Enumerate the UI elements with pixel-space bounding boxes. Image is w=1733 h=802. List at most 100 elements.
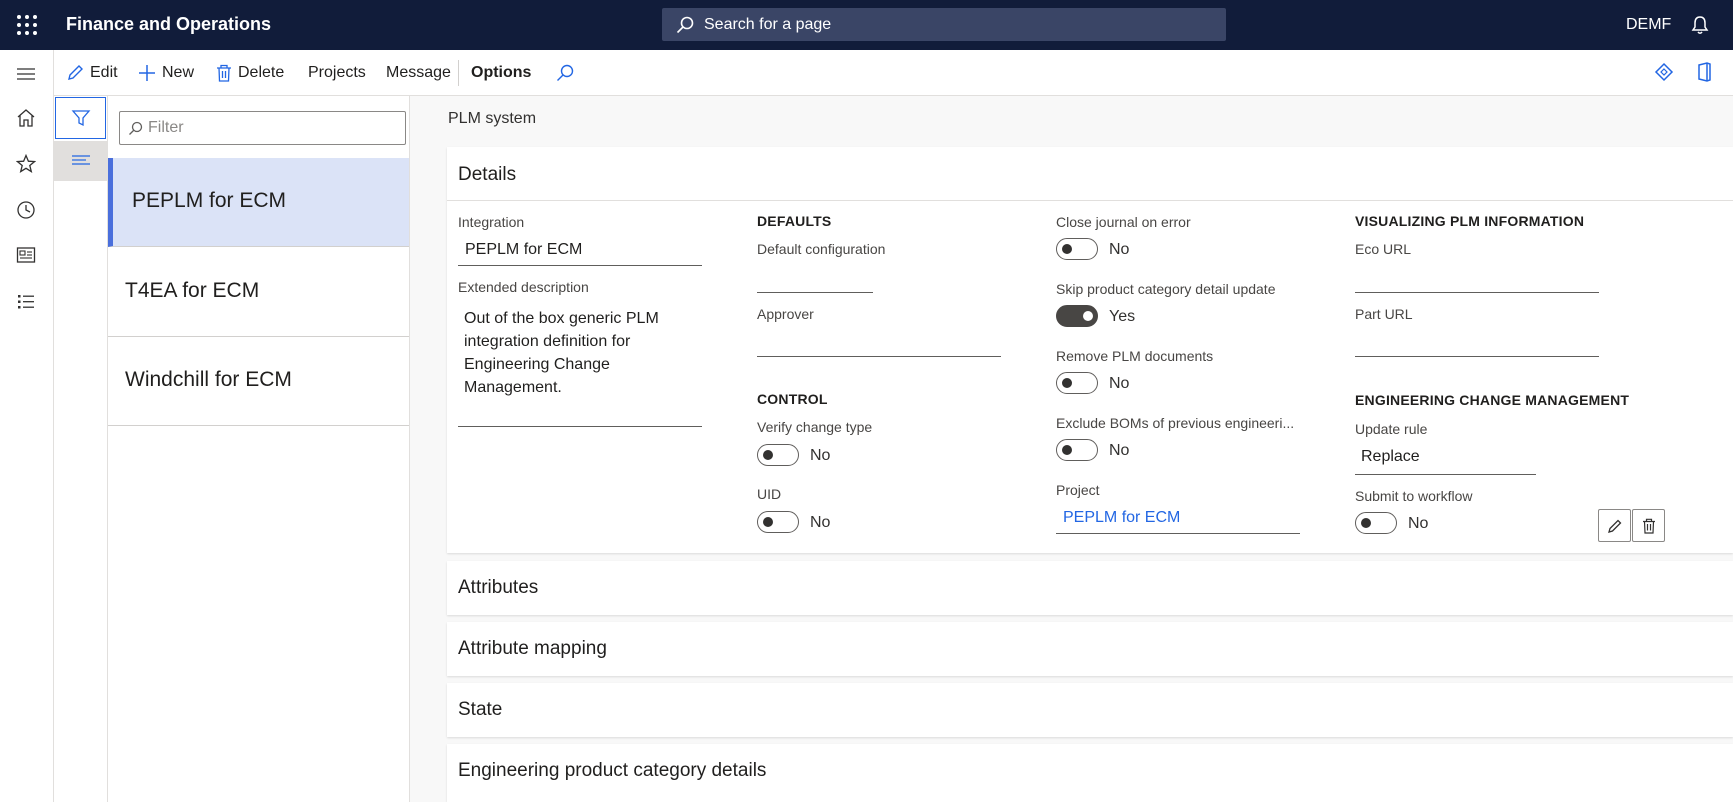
eco-url-underline (1355, 292, 1599, 293)
top-bar: Finance and Operations Search for a page… (0, 0, 1733, 50)
list-item[interactable]: T4EA for ECM (108, 248, 409, 337)
app-title[interactable]: Finance and Operations (66, 14, 271, 35)
app-launcher-icon[interactable] (17, 15, 37, 35)
part-url-label: Part URL (1355, 306, 1413, 322)
new-button[interactable]: New (138, 64, 194, 82)
engineering-product-category-fasttab[interactable]: Engineering product category details (447, 744, 1733, 802)
plus-icon (139, 65, 155, 81)
record-list-panel: PEPLM for ECM T4EA for ECM Windchill for… (108, 96, 410, 802)
trash-icon (217, 64, 231, 82)
state-fasttab[interactable]: State (447, 683, 1733, 737)
power-apps-icon[interactable] (1654, 62, 1674, 82)
uid-value: No (810, 514, 831, 531)
attribute-mapping-fasttab[interactable]: Attribute mapping (447, 622, 1733, 676)
uid-toggle[interactable] (757, 511, 799, 533)
close-journal-toggle[interactable] (1056, 238, 1098, 260)
list-lines-icon (72, 155, 90, 165)
project-underline (1056, 533, 1300, 534)
search-icon (676, 16, 694, 34)
fasttab-title: State (458, 699, 503, 720)
ecm-header: ENGINEERING CHANGE MANAGEMENT (1355, 392, 1630, 408)
options-tab[interactable]: Options (471, 64, 531, 82)
fasttab-title: Engineering product category details (458, 760, 767, 781)
update-rule-label: Update rule (1355, 421, 1428, 437)
project-link[interactable]: PEPLM for ECM (1063, 509, 1180, 527)
project-label: Project (1056, 482, 1100, 498)
filter-input[interactable] (119, 111, 406, 145)
verify-change-type-label: Verify change type (757, 419, 873, 435)
home-icon[interactable] (16, 108, 36, 128)
show-filters-button[interactable] (55, 97, 106, 139)
exclude-boms-toggle[interactable] (1056, 439, 1098, 461)
submit-to-workflow-toggle[interactable] (1355, 512, 1397, 534)
show-list-button[interactable] (54, 141, 108, 181)
message-button[interactable]: Message (386, 64, 451, 82)
action-pane: Edit New Delete Projects Message Options (0, 50, 1733, 96)
part-url-underline (1355, 356, 1599, 357)
extended-description-underline (458, 426, 702, 427)
hamburger-icon[interactable] (16, 67, 36, 81)
office-icon[interactable] (1696, 62, 1712, 82)
extended-description-field[interactable]: Out of the box generic PLM integration d… (464, 307, 679, 399)
navigation-pane (0, 50, 54, 802)
control-header: CONTROL (757, 391, 828, 407)
delete-button[interactable]: Delete (216, 64, 284, 82)
list-item-label: PEPLM for ECM (132, 189, 287, 212)
delete-label: Delete (238, 64, 285, 81)
list-item[interactable]: PEPLM for ECM (108, 158, 409, 247)
default-configuration-underline (757, 292, 873, 293)
remove-plm-documents-label: Remove PLM documents (1056, 348, 1214, 364)
skip-category-update-label: Skip product category detail update (1056, 281, 1276, 297)
edit-project-button[interactable] (1598, 509, 1631, 542)
details-header[interactable]: Details (447, 147, 1733, 201)
defaults-header: DEFAULTS (757, 213, 832, 229)
attributes-fasttab[interactable]: Attributes (447, 561, 1733, 615)
skip-category-update-toggle[interactable] (1056, 305, 1098, 327)
filter-toggle-column (54, 96, 108, 802)
filter-funnel-icon (71, 110, 90, 127)
pencil-icon (1607, 519, 1621, 533)
delete-project-button[interactable] (1632, 509, 1665, 542)
skip-category-update-value: Yes (1109, 308, 1136, 325)
submit-to-workflow-value: No (1408, 515, 1429, 532)
search-input[interactable]: Search for a page (662, 8, 1226, 41)
favorites-star-icon[interactable] (16, 154, 36, 174)
fasttab-title: Attribute mapping (458, 638, 607, 659)
company-picker[interactable]: DEMF (1626, 16, 1671, 34)
approver-label: Approver (757, 306, 814, 322)
list-item-label: T4EA for ECM (125, 279, 260, 302)
approver-underline (757, 356, 1001, 357)
verify-change-type-toggle[interactable] (757, 444, 799, 466)
remove-plm-documents-toggle[interactable] (1056, 372, 1098, 394)
new-label: New (162, 64, 195, 81)
update-rule-field[interactable]: Replace (1361, 448, 1420, 466)
edit-label: Edit (90, 64, 118, 81)
extended-description-label: Extended description (458, 279, 589, 295)
find-icon[interactable] (556, 64, 574, 82)
default-configuration-label: Default configuration (757, 241, 886, 257)
close-journal-value: No (1109, 241, 1130, 258)
exclude-boms-value: No (1109, 442, 1130, 459)
edit-button[interactable]: Edit (66, 64, 118, 82)
trash-icon (1642, 518, 1655, 534)
close-journal-label: Close journal on error (1056, 214, 1191, 230)
list-item[interactable]: Windchill for ECM (108, 337, 409, 426)
details-title: Details (458, 164, 517, 185)
projects-button[interactable]: Projects (308, 64, 366, 82)
recent-clock-icon[interactable] (16, 200, 36, 220)
integration-field[interactable]: PEPLM for ECM (465, 241, 582, 259)
submit-to-workflow-label: Submit to workflow (1355, 488, 1473, 504)
integration-label: Integration (458, 214, 525, 230)
toolbar-divider (458, 60, 459, 86)
filter-text-field[interactable] (148, 118, 398, 138)
exclude-boms-label: Exclude BOMs of previous engineeri... (1056, 415, 1295, 431)
modules-list-icon[interactable] (16, 293, 36, 311)
page-caption: PLM system (448, 110, 537, 127)
notification-bell-icon[interactable] (1691, 15, 1709, 35)
update-rule-underline (1355, 474, 1536, 475)
filter-search-icon (129, 121, 143, 135)
workspaces-icon[interactable] (16, 246, 36, 264)
list-item-label: Windchill for ECM (125, 368, 292, 391)
visualizing-plm-header: VISUALIZING PLM INFORMATION (1355, 213, 1585, 229)
search-placeholder: Search for a page (704, 16, 832, 33)
